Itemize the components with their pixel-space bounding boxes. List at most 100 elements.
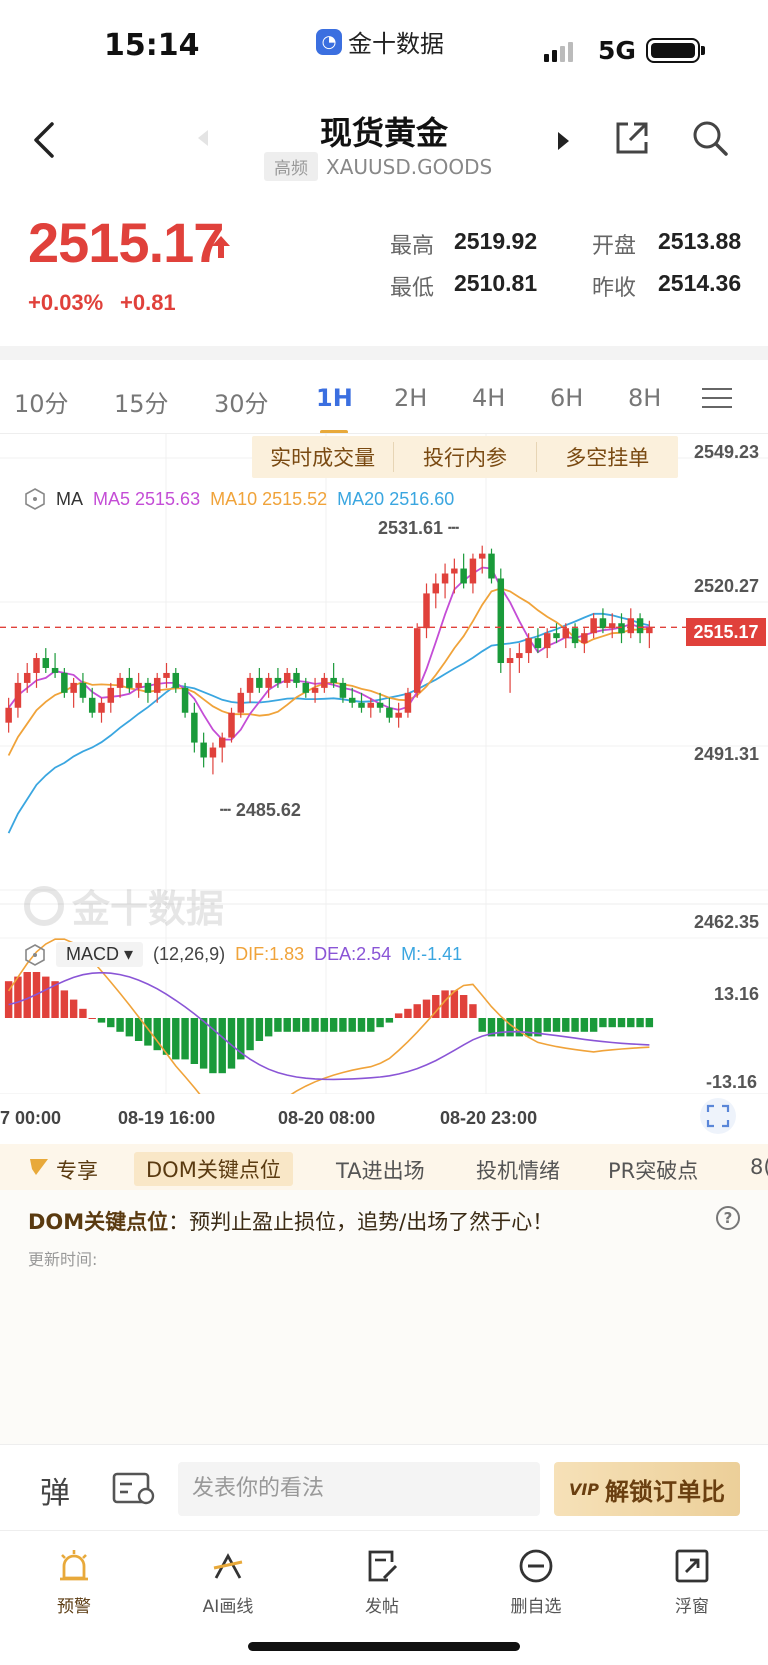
macd-bar xyxy=(14,976,22,1018)
next-symbol-icon[interactable] xyxy=(558,132,569,150)
promo-volume[interactable]: 实时成交量 xyxy=(252,442,395,472)
section-divider xyxy=(0,346,768,360)
macd-legend: MACD ▾ (12,26,9) DIF:1.83 DEA:2.54 M:-1.… xyxy=(24,942,462,967)
nav-float-window[interactable]: 浮窗 xyxy=(642,1548,742,1617)
macd-bar xyxy=(599,1018,607,1028)
ma5-line xyxy=(7,566,650,741)
signal-icon xyxy=(544,42,573,62)
fullscreen-icon[interactable] xyxy=(700,1098,736,1134)
candle-body xyxy=(144,682,152,693)
candle-body xyxy=(70,682,77,693)
macd-bar xyxy=(394,1013,403,1018)
tab-period-30m[interactable]: 30分 xyxy=(214,384,269,419)
help-icon[interactable]: ? xyxy=(716,1206,740,1230)
x-tick-3: 08-20 08:00 xyxy=(278,1108,376,1128)
candle-body xyxy=(469,558,477,584)
tab-period-1h[interactable]: 1H xyxy=(316,384,353,412)
nav-post[interactable]: 发帖 xyxy=(332,1548,432,1617)
tab-period-4h[interactable]: 4H xyxy=(472,384,505,412)
macd-settings-icon[interactable] xyxy=(24,943,46,966)
menu-icon[interactable] xyxy=(702,386,732,410)
tab-period-8h[interactable]: 8H xyxy=(628,384,661,412)
unlock-order-ratio-button[interactable]: VIP 解锁订单比 xyxy=(554,1462,740,1516)
tab-period-10m[interactable]: 10分 xyxy=(14,384,69,419)
macd-bar xyxy=(88,1018,96,1019)
candle-body xyxy=(488,553,495,579)
tab-more[interactable]: 8( xyxy=(750,1155,768,1179)
macd-bar xyxy=(543,1018,551,1032)
info-title: DOM关键点位：预判止盈止损位，追势/出场了然于心！ xyxy=(28,1210,554,1234)
macd-m: M:-1.41 xyxy=(401,944,463,964)
price-up-icon xyxy=(212,236,230,258)
tab-exclusive[interactable]: 专享 xyxy=(56,1155,98,1185)
candle-body xyxy=(358,702,365,708)
macd-dea: DEA:2.54 xyxy=(314,944,392,964)
symbol-code: XAUUSD.GOODS xyxy=(326,154,493,179)
macd-bar xyxy=(218,1018,226,1074)
nav-remove-watchlist[interactable]: 删自选 xyxy=(486,1548,586,1617)
promo-orders[interactable]: 多空挂单 xyxy=(537,442,678,472)
status-app: ◔ 金十数据 xyxy=(316,24,444,59)
low-value: 2510.81 xyxy=(454,270,538,296)
candle-body xyxy=(386,707,393,718)
macd-bar xyxy=(339,1018,347,1032)
share-icon[interactable] xyxy=(614,120,650,156)
watermark-logo-icon xyxy=(24,885,64,926)
candle-body xyxy=(553,633,560,639)
candle-body xyxy=(33,658,40,673)
macd-bar xyxy=(246,1018,254,1051)
candle-body xyxy=(376,702,384,708)
candle-body xyxy=(126,677,133,688)
macd-bar xyxy=(292,1018,301,1032)
candle-body xyxy=(413,628,421,693)
candle-body xyxy=(497,578,505,664)
tab-period-15m[interactable]: 15分 xyxy=(114,384,169,419)
candle-body xyxy=(330,677,337,683)
ma-settings-icon[interactable] xyxy=(24,488,46,510)
tab-ta-entry[interactable]: TA进出场 xyxy=(336,1155,425,1185)
candle-body xyxy=(14,682,22,708)
current-price: 2515.17 xyxy=(28,211,224,274)
ma5-value: MA5 2515.63 xyxy=(93,488,201,509)
tab-dom-levels[interactable]: DOM关键点位 xyxy=(134,1152,293,1186)
macd-bar xyxy=(413,1004,421,1018)
nav-alert[interactable]: 预警 xyxy=(24,1548,124,1617)
macd-bar xyxy=(385,1018,394,1023)
candle-body xyxy=(274,677,282,683)
card-icon[interactable] xyxy=(112,1472,156,1506)
macd-dif: DIF:1.83 xyxy=(235,944,305,964)
y-tick-2: 2520.27 xyxy=(694,576,760,596)
high-label: 最高 xyxy=(390,234,435,259)
prev-close-value: 2514.36 xyxy=(658,270,742,296)
candle-body xyxy=(293,672,300,683)
nav-ai-draw[interactable]: AI画线 xyxy=(178,1548,278,1617)
x-tick-2: 08-19 16:00 xyxy=(118,1108,216,1128)
macd-bar xyxy=(469,1004,477,1018)
search-icon[interactable] xyxy=(690,118,730,158)
macd-params: (12,26,9) xyxy=(153,944,226,964)
macd-bar xyxy=(348,1018,356,1032)
page-title: 现货黄金 xyxy=(319,114,448,152)
macd-bar xyxy=(255,1018,264,1041)
ma10-line xyxy=(7,587,650,756)
candle-body xyxy=(562,628,570,639)
candle-body xyxy=(153,677,161,693)
indicator-select[interactable]: MACD ▾ xyxy=(56,942,144,967)
tab-sentiment[interactable]: 投机情绪 xyxy=(476,1155,560,1185)
candle-body xyxy=(534,638,542,649)
macd-bar xyxy=(199,1018,208,1069)
candle-body xyxy=(256,677,263,688)
tab-period-6h[interactable]: 6H xyxy=(550,384,583,412)
macd-bar xyxy=(404,1008,412,1018)
tab-pr-breakout[interactable]: PR突破点 xyxy=(608,1155,698,1185)
candle-body xyxy=(5,707,12,723)
app-name: 金十数据 xyxy=(348,30,444,58)
macd-bar xyxy=(69,999,78,1018)
ma20-value: MA20 2516.60 xyxy=(337,488,455,509)
post-icon xyxy=(368,1550,398,1582)
comment-input[interactable]: 发表你的看法 xyxy=(178,1462,540,1516)
tab-period-2h[interactable]: 2H xyxy=(394,384,427,412)
promo-bank-notes[interactable]: 投行内参 xyxy=(394,442,537,472)
danmu-toggle[interactable]: 弹 xyxy=(40,1468,70,1512)
float-window-icon xyxy=(675,1549,709,1583)
